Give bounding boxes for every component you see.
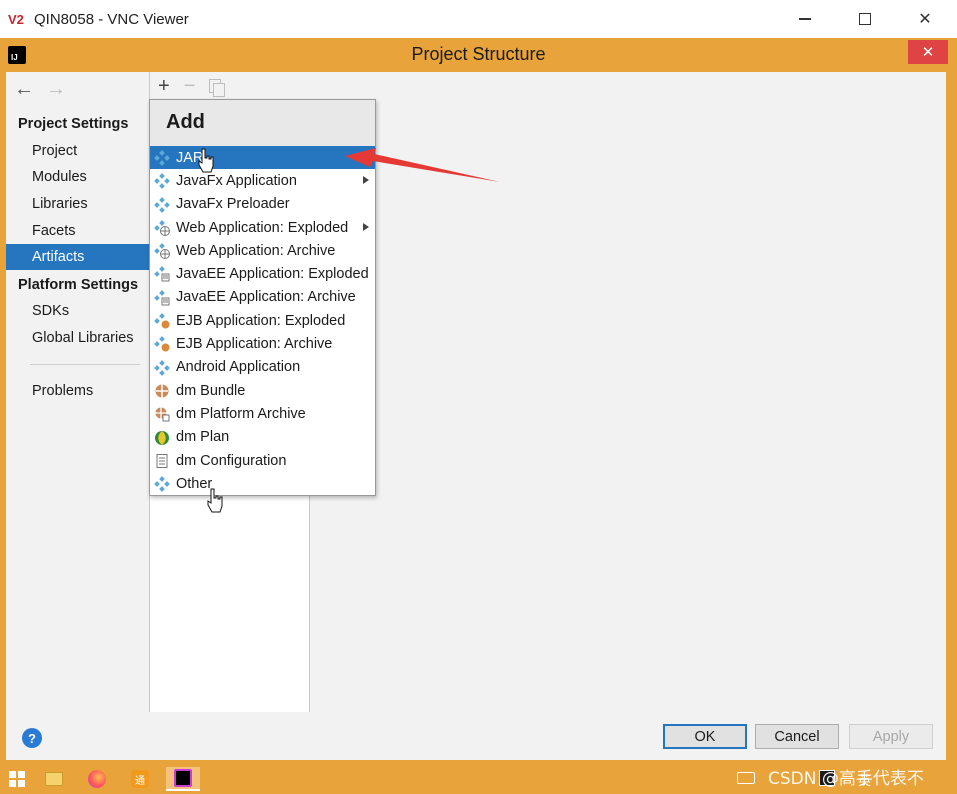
close-icon: ✕: [921, 44, 935, 61]
annotation-arrow-icon: [345, 148, 500, 182]
start-button[interactable]: [0, 767, 34, 791]
menu-item-dm-configuration[interactable]: dm Configuration: [150, 449, 375, 472]
vnc-titlebar: V2 QIN8058 - VNC Viewer ✕: [0, 0, 957, 38]
close-icon: ✕: [918, 11, 932, 28]
hand-cursor-icon: [207, 488, 223, 513]
menu-item-label: Web Application: Archive: [176, 242, 336, 259]
menu-item-javaee-application-exploded[interactable]: JavaEE Application: Exploded: [150, 262, 375, 285]
close-button[interactable]: ✕: [902, 0, 948, 38]
artifact-icon: [154, 359, 170, 376]
menu-item-label: JavaFx Preloader: [176, 196, 290, 213]
menu-item-label: EJB Application: Exploded: [176, 312, 346, 329]
menu-item-web-application-archive[interactable]: Web Application: Archive: [150, 239, 375, 262]
sidebar-item-artifacts[interactable]: Artifacts: [6, 244, 149, 270]
windows-icon: [9, 771, 25, 787]
vnc-logo-icon: V2: [8, 11, 24, 27]
intellij-icon: [174, 769, 192, 787]
dm-config-icon: [154, 453, 170, 469]
sidebar-divider: [30, 364, 140, 365]
cancel-button[interactable]: Cancel: [755, 724, 839, 749]
taskbar-intellij[interactable]: [166, 767, 200, 791]
minimize-icon: [799, 18, 811, 20]
maximize-icon: [859, 13, 871, 25]
keyboard-icon[interactable]: [737, 772, 755, 784]
artifact-icon: [154, 150, 170, 166]
menu-item-web-application-exploded[interactable]: Web Application: Exploded: [150, 216, 375, 239]
web-artifact-icon: [154, 220, 170, 236]
submenu-arrow-icon: [363, 222, 369, 231]
menu-item-label: dm Platform Archive: [176, 405, 306, 422]
menu-item-dm-bundle[interactable]: dm Bundle: [150, 379, 375, 402]
project-settings-heading: Project Settings: [18, 116, 129, 132]
menu-item-javaee-application-archive[interactable]: JavaEE Application: Archive: [150, 286, 375, 309]
dm-platform-icon: [154, 406, 170, 422]
watermark: CSDN @高手代表不: [768, 769, 924, 789]
platform-settings-heading: Platform Settings: [18, 277, 139, 293]
sidebar: ← → Project Settings Project Modules Lib…: [6, 72, 149, 712]
copy-icon[interactable]: [209, 79, 226, 97]
sidebar-item-global-libraries[interactable]: Global Libraries: [6, 325, 149, 351]
menu-item-label: JavaFx Application: [176, 172, 297, 189]
help-button[interactable]: ?: [22, 728, 42, 748]
dm-bundle-icon: [154, 383, 170, 399]
artifact-icon: [154, 196, 170, 213]
taskbar-firefox[interactable]: [80, 767, 114, 791]
hand-cursor-icon: [198, 148, 214, 173]
dialog-close-button[interactable]: ✕: [908, 40, 948, 64]
dialog-title: Project Structure: [411, 44, 546, 64]
apply-button[interactable]: Apply: [849, 724, 933, 749]
ejb-artifact-icon: [154, 336, 170, 352]
back-arrow-icon[interactable]: ←: [14, 78, 34, 101]
taskbar-app[interactable]: 通: [123, 767, 157, 791]
artifact-icon: [154, 173, 170, 190]
vnc-window-title: QIN8058 - VNC Viewer: [34, 10, 189, 28]
sidebar-item-facets[interactable]: Facets: [6, 218, 149, 244]
dialog-titlebar: IJ Project Structure ✕: [0, 38, 957, 72]
popup-menu-list: JAR JavaFx Application JavaFx Preloader Web…: [150, 146, 375, 495]
dm-plan-icon: [154, 430, 170, 446]
menu-item-javafx-preloader[interactable]: JavaFx Preloader: [150, 193, 375, 216]
menu-item-label: dm Configuration: [176, 452, 287, 469]
sidebar-item-project[interactable]: Project: [6, 138, 149, 164]
web-artifact-icon: [154, 243, 170, 260]
ejb-artifact-icon: [154, 313, 170, 329]
remove-icon[interactable]: −: [184, 75, 196, 98]
menu-item-label: JavaEE Application: Archive: [176, 289, 356, 306]
menu-item-label: EJB Application: Archive: [176, 336, 333, 353]
menu-item-label: Web Application: Exploded: [176, 219, 349, 236]
artifacts-toolbar: + −: [149, 72, 310, 100]
menu-item-other[interactable]: Other: [150, 472, 375, 495]
menu-item-label: Android Application: [176, 359, 301, 376]
menu-item-android-application[interactable]: Android Application: [150, 356, 375, 379]
javaee-artifact-icon: [154, 266, 170, 282]
minimize-button[interactable]: [782, 0, 828, 38]
menu-item-label: dm Plan: [176, 429, 230, 446]
menu-item-ejb-application-archive[interactable]: EJB Application: Archive: [150, 332, 375, 355]
sidebar-item-libraries[interactable]: Libraries: [6, 191, 149, 217]
maximize-button[interactable]: [842, 0, 888, 38]
artifact-icon: [154, 476, 170, 492]
ok-button[interactable]: OK: [663, 724, 747, 749]
menu-item-dm-platform-archive[interactable]: dm Platform Archive: [150, 402, 375, 425]
menu-item-dm-plan[interactable]: dm Plan: [150, 426, 375, 449]
menu-item-label: JavaEE Application: Exploded: [176, 266, 369, 283]
add-icon[interactable]: +: [158, 75, 170, 98]
menu-item-ejb-application-exploded[interactable]: EJB Application: Exploded: [150, 309, 375, 332]
forward-arrow-icon[interactable]: →: [46, 78, 66, 101]
sidebar-item-problems[interactable]: Problems: [6, 378, 149, 404]
sidebar-item-modules[interactable]: Modules: [6, 164, 149, 190]
taskbar-explorer[interactable]: [37, 767, 71, 791]
menu-item-label: dm Bundle: [176, 382, 246, 399]
firefox-icon: [88, 770, 106, 788]
app-icon: 通: [131, 770, 149, 788]
nav-arrows: ← →: [14, 78, 66, 101]
sidebar-item-sdks[interactable]: SDKs: [6, 298, 149, 324]
javaee-artifact-icon: [154, 289, 170, 306]
folder-icon: [45, 772, 63, 786]
